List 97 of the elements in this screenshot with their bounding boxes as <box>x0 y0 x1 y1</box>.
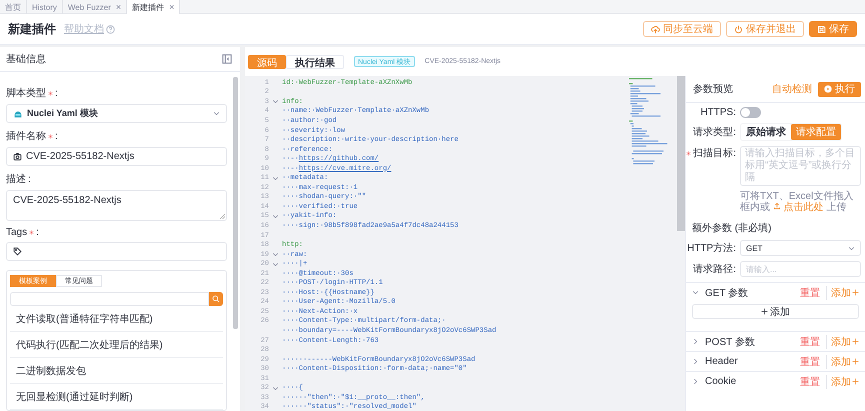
code-editor[interactable] <box>245 76 685 411</box>
add-button[interactable]: 添加 <box>692 304 859 319</box>
scrollbar[interactable] <box>677 76 685 231</box>
search-button[interactable] <box>209 292 223 306</box>
required-mark-icon <box>48 134 53 138</box>
tab-label: Web Fuzzer <box>68 2 111 12</box>
scrollbar[interactable] <box>233 77 238 329</box>
resize-handle-icon <box>220 214 225 219</box>
plus-icon <box>852 378 859 385</box>
chevron-down-icon <box>213 110 220 117</box>
cloud-button[interactable]: 同步至云端 <box>643 21 721 37</box>
required-mark-icon <box>686 150 692 156</box>
save-icon <box>817 24 826 34</box>
tab[interactable]: 新建插件 × <box>127 0 180 14</box>
run-button[interactable]: 执行 <box>818 82 861 96</box>
chevron-down-icon <box>272 174 279 182</box>
required-mark-icon <box>29 230 34 235</box>
plus-icon <box>852 358 859 365</box>
search-field[interactable] <box>10 292 209 306</box>
template-item[interactable]: 文件读取(普通特征字符串匹配) <box>10 306 223 332</box>
https-switch[interactable] <box>740 107 761 118</box>
upload-link[interactable]: 点击此处 <box>772 202 824 213</box>
nuclei-icon <box>13 108 23 118</box>
field-label: 请求路径: <box>692 262 736 276</box>
cloud-upload-icon <box>651 24 660 34</box>
help-icon <box>106 24 115 34</box>
plus-icon <box>761 308 768 315</box>
section-title[interactable]: Cookie <box>705 376 736 387</box>
chevron-down-icon <box>692 289 699 296</box>
label-colon: : <box>36 227 39 238</box>
chevron-right-icon <box>692 358 699 365</box>
plus-icon <box>852 338 859 345</box>
chevron-down-icon <box>272 384 279 392</box>
help-link[interactable]: 帮助文档 <box>64 22 115 36</box>
auto-detect-link[interactable]: 自动检测 <box>772 82 812 96</box>
label-colon: : <box>55 88 58 98</box>
chevron-down-icon <box>272 98 279 106</box>
editor-tab[interactable]: 源码 <box>248 54 286 68</box>
section-title: 额外参数 (非必填) <box>691 222 772 235</box>
field-label: 描述 <box>6 172 26 186</box>
request-type-option[interactable]: 原始请求 <box>741 124 791 140</box>
play-icon <box>824 85 832 93</box>
add-link[interactable]: 添加 <box>826 354 859 368</box>
add-link[interactable]: 添加 <box>826 374 859 388</box>
section-title[interactable]: Header <box>705 356 738 367</box>
template-item[interactable]: 代码执行(匹配二次处理后的结果) <box>10 332 223 358</box>
reset-link[interactable]: 重置 <box>800 354 820 368</box>
upload-icon <box>772 202 781 210</box>
tab-label: 首页 <box>5 2 21 12</box>
save-button[interactable]: 保存 <box>809 21 857 37</box>
field-label: 请求类型: <box>692 126 736 139</box>
label-colon: : <box>55 130 58 142</box>
template-item[interactable]: 二进制数据发包 <box>10 358 223 384</box>
add-link[interactable]: 添加 <box>826 286 859 300</box>
add-link[interactable]: 添加 <box>826 334 859 348</box>
upload-hint: 可将TXT、Excel文件拖入框内或 点击此处 上传 <box>740 191 854 213</box>
page-title: 新建插件 <box>8 20 56 38</box>
search-icon <box>212 295 220 303</box>
field-label: 脚本类型 <box>6 86 46 100</box>
close-icon[interactable]: × <box>169 2 174 12</box>
script-type-select[interactable]: Nuclei Yaml 模块 <box>6 104 227 123</box>
section-title[interactable]: GET 参数 <box>705 286 748 300</box>
chevron-right-icon <box>692 378 699 385</box>
chevron-down-icon <box>848 244 855 252</box>
power-icon <box>734 24 743 34</box>
section-title[interactable]: POST 参数 <box>705 334 755 348</box>
description-input[interactable]: CVE-2025-55182-Nextjs <box>6 190 227 221</box>
request-path-input[interactable]: 请输入... <box>740 261 861 277</box>
tags-input[interactable] <box>6 242 227 261</box>
reset-link[interactable]: 重置 <box>800 286 820 300</box>
tag-icon <box>13 247 22 256</box>
label-colon: : <box>28 174 31 184</box>
editor-tab[interactable]: 执行结果 <box>286 54 344 68</box>
tab-label: 新建插件 <box>132 2 164 12</box>
reset-link[interactable]: 重置 <box>800 374 820 388</box>
exit-button[interactable]: 保存并退出 <box>726 21 804 37</box>
scan-target-input[interactable]: 请输入扫描目标，多个目标用“英文逗号”或换行分隔 <box>740 146 861 186</box>
camera-icon <box>13 152 22 161</box>
field-label: 扫描目标: <box>693 146 736 160</box>
field-label: 插件名称 <box>6 130 46 143</box>
collapse-panel-icon <box>222 54 232 64</box>
tab-label: History <box>32 2 57 12</box>
template-item[interactable]: 无回显检测(通过延时判断) <box>10 384 223 410</box>
field-label: Tags <box>6 227 28 238</box>
http-method-select[interactable]: GET <box>740 240 861 256</box>
field-label: HTTPS: <box>699 107 736 118</box>
chevron-right-icon <box>692 338 699 345</box>
request-type-option[interactable]: 请求配置 <box>791 124 841 140</box>
plugin-name-input[interactable]: CVE-2025-55182-Nextjs <box>6 147 227 166</box>
plus-icon <box>852 289 859 296</box>
panel-title: 基础信息 <box>6 52 46 66</box>
reset-link[interactable]: 重置 <box>800 334 820 348</box>
close-icon[interactable]: × <box>116 2 122 12</box>
field-label: HTTP方法: <box>686 242 736 255</box>
panel-title: 参数预览 <box>693 82 733 96</box>
chevron-down-icon <box>272 212 279 220</box>
required-mark-icon <box>48 90 53 96</box>
